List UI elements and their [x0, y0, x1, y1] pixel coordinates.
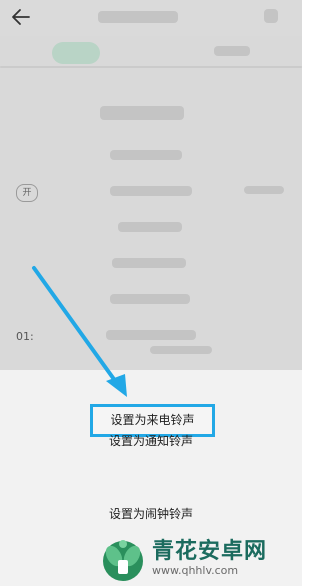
arrow-left-icon: [12, 9, 30, 25]
back-button[interactable]: [8, 4, 34, 30]
watermark: 青花安卓网 www.qhhlv.com: [98, 532, 302, 586]
blurred-row: [118, 222, 182, 232]
blurred-row-right: [244, 186, 284, 194]
blurred-row: [110, 150, 182, 160]
set-as-notification-ringtone-option[interactable]: 设置为通知铃声: [0, 430, 302, 452]
blurred-tab: [214, 46, 250, 56]
blurred-row: [112, 258, 186, 268]
toggle-pill: 开: [16, 184, 38, 202]
blurred-title: [98, 11, 178, 23]
watermark-url: www.qhhlv.com: [152, 564, 239, 577]
top-bar: [0, 0, 302, 36]
set-as-alarm-ringtone-option[interactable]: 设置为闹钟铃声: [0, 503, 302, 525]
blurred-divider: [0, 66, 302, 68]
dimmed-background: [0, 0, 302, 400]
watermark-text: 青花安卓网: [152, 539, 268, 564]
time-text: 01:: [16, 330, 34, 343]
blurred-row: [110, 294, 190, 304]
blurred-tab-active: [52, 42, 100, 64]
leaf-logo-icon: [103, 540, 143, 581]
option-label: 设置为通知铃声: [108, 434, 193, 448]
option-label: 设置为来电铃声: [110, 413, 195, 427]
toggle-label: 开: [22, 188, 32, 198]
blurred-menu-icon: [264, 9, 278, 23]
blurred-row: [106, 330, 196, 340]
option-label: 设置为闹钟铃声: [108, 507, 193, 521]
blurred-heading: [100, 106, 184, 120]
blurred-row: [150, 346, 212, 354]
blurred-row: [110, 186, 192, 196]
